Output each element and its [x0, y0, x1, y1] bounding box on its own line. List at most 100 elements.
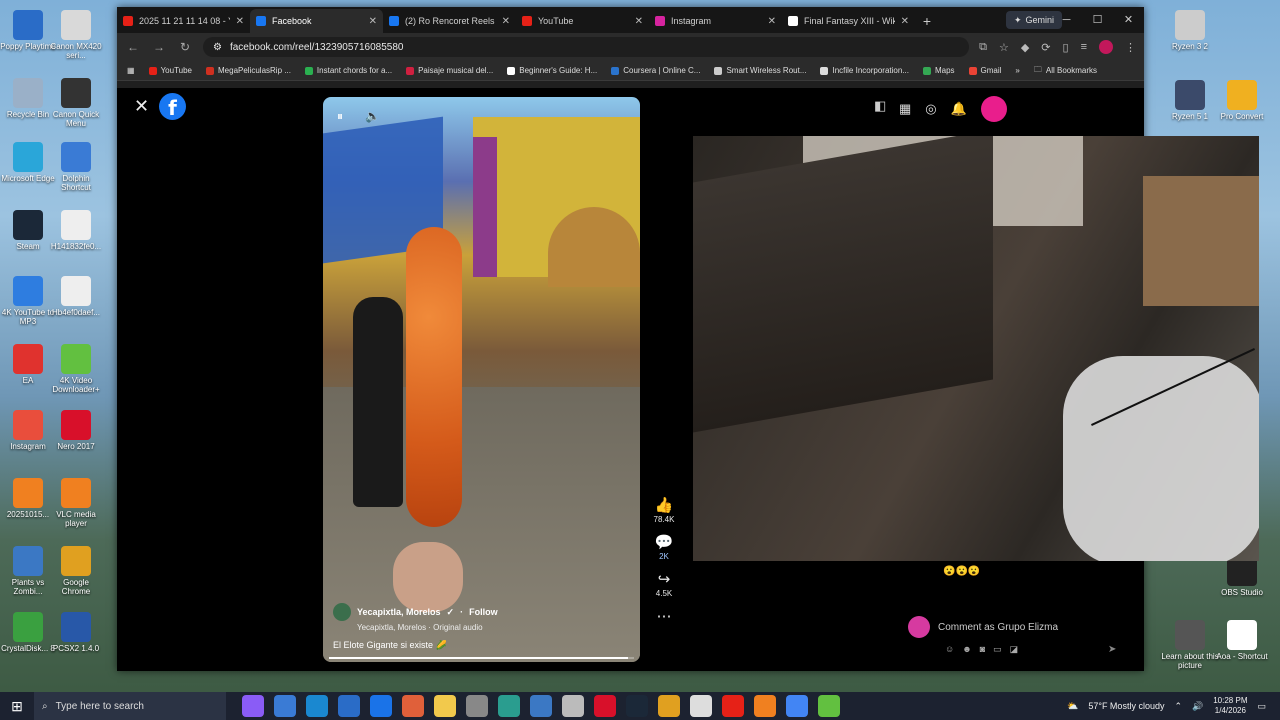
desktop-shortcut-icon[interactable]: Hb4ef0daef...: [48, 276, 104, 317]
desktop-shortcut-icon[interactable]: Learn about this picture: [1160, 620, 1220, 670]
camera-icon[interactable]: ◙: [980, 644, 985, 655]
tray-chevron-icon[interactable]: ⌃: [1174, 701, 1182, 712]
desktop-shortcut-icon[interactable]: VLC media player: [48, 478, 104, 528]
desktop-shortcut-icon[interactable]: Dolphin Shortcut: [48, 142, 104, 192]
gif-icon[interactable]: ▭: [993, 644, 1002, 655]
close-reel-icon[interactable]: ✕: [134, 96, 149, 117]
back-icon[interactable]: ←: [125, 40, 141, 54]
url-field[interactable]: ⚙ facebook.com/reel/1323905716085580: [203, 37, 970, 57]
maximize-button[interactable]: ☐: [1082, 7, 1113, 33]
sticker-icon[interactable]: ◪: [1010, 644, 1019, 655]
browser-tab[interactable]: (2) Ro Rencoret Reels | F ✕: [383, 9, 516, 33]
taskbar-app-icon[interactable]: [754, 695, 776, 717]
comment-input[interactable]: Comment as Grupo Elizma: [938, 622, 1058, 633]
author-name[interactable]: Yecapixtla, Morelos: [357, 607, 441, 617]
bookmarks-overflow-icon[interactable]: »: [1015, 66, 1019, 75]
taskbar-app-icon[interactable]: [562, 695, 584, 717]
taskbar-app-icon[interactable]: [626, 695, 648, 717]
emoji-icon[interactable]: ☻: [962, 644, 971, 655]
taskbar-app-icon[interactable]: [658, 695, 680, 717]
all-bookmarks[interactable]: 🗀 All Bookmarks: [1034, 64, 1097, 78]
menu-icon[interactable]: ⋮: [1125, 41, 1136, 54]
taskbar-app-icon[interactable]: [242, 695, 264, 717]
account-avatar[interactable]: [980, 96, 1007, 122]
tab-close-icon[interactable]: ✕: [236, 16, 244, 27]
tab-close-icon[interactable]: ✕: [502, 16, 510, 27]
tab-close-icon[interactable]: ✕: [768, 16, 776, 27]
taskbar-app-icon[interactable]: [338, 695, 360, 717]
bookmark-item[interactable]: Paisaje musical del...: [406, 66, 493, 75]
bookmark-item[interactable]: Gmail: [968, 66, 1001, 75]
share-button[interactable]: ↪ 4.5K: [656, 571, 672, 598]
author-avatar[interactable]: [333, 603, 351, 621]
desktop-shortcut-icon[interactable]: Canon MX420 seri...: [48, 10, 104, 60]
taskbar-app-icon[interactable]: [498, 695, 520, 717]
browser-tab[interactable]: Final Fantasy XIII - Wiki ✕: [782, 9, 915, 33]
taskbar-app-icon[interactable]: [690, 695, 712, 717]
tab-close-icon[interactable]: ✕: [901, 16, 909, 27]
desktop-shortcut-icon[interactable]: Pro Convert: [1212, 80, 1272, 121]
taskbar-app-icon[interactable]: [722, 695, 744, 717]
browser-tab[interactable]: Instagram ✕: [649, 9, 782, 33]
desktop-shortcut-icon[interactable]: H141832fe0...: [48, 210, 104, 251]
comment-button[interactable]: 💬 2K: [655, 534, 674, 561]
bookmark-item[interactable]: Maps: [922, 66, 955, 75]
site-info-icon[interactable]: ⚙: [213, 42, 222, 53]
browser-tab[interactable]: Facebook ✕: [250, 9, 383, 33]
new-tab-button[interactable]: +: [915, 9, 939, 33]
taskbar-app-icon[interactable]: [530, 695, 552, 717]
desktop-shortcut-icon[interactable]: OBS Studio: [1212, 556, 1272, 597]
bookmark-item[interactable]: Instant chords for a...: [304, 66, 392, 75]
sidepanel-icon[interactable]: ▯: [1063, 41, 1069, 54]
tab-close-icon[interactable]: ✕: [369, 16, 377, 27]
desktop-shortcut-icon[interactable]: PCSX2 1.4.0: [48, 612, 104, 653]
bookmark-item[interactable]: Coursera | Online C...: [611, 66, 700, 75]
taskbar-app-icon[interactable]: [818, 695, 840, 717]
taskbar-app-icon[interactable]: [466, 695, 488, 717]
messenger-icon[interactable]: ◎: [925, 101, 936, 117]
apps-grid-icon[interactable]: ▦: [127, 66, 135, 75]
facebook-logo-icon[interactable]: f: [159, 93, 186, 120]
send-icon[interactable]: ➤: [1108, 644, 1116, 655]
taskbar-app-icon[interactable]: [306, 695, 328, 717]
desktop-shortcut-icon[interactable]: Aoa - Shortcut: [1212, 620, 1272, 661]
weather-icon[interactable]: ⛅: [1067, 701, 1078, 712]
minimize-button[interactable]: ─: [1051, 7, 1082, 33]
browser-tab[interactable]: YouTube ✕: [516, 9, 649, 33]
avatar-sticker-icon[interactable]: ☺: [945, 644, 954, 655]
desktop-shortcut-icon[interactable]: Nero 2017: [48, 410, 104, 451]
taskbar-app-icon[interactable]: [434, 695, 456, 717]
volume-tray-icon[interactable]: 🔊: [1192, 701, 1203, 712]
desktop-shortcut-icon[interactable]: Ryzen 3 2: [1160, 10, 1220, 51]
follow-button[interactable]: Follow: [469, 607, 498, 617]
like-button[interactable]: 👍 78.4K: [654, 497, 675, 524]
taskbar-app-icon[interactable]: [594, 695, 616, 717]
bookmark-item[interactable]: YouTube: [148, 66, 192, 75]
forward-icon[interactable]: →: [151, 40, 167, 54]
desktop-shortcut-icon[interactable]: Google Chrome: [48, 546, 104, 596]
install-icon[interactable]: ⧉: [979, 41, 987, 54]
clock[interactable]: 10:28 PM 1/4/2026: [1213, 696, 1247, 716]
bookmark-item[interactable]: Beginner's Guide: H...: [507, 66, 597, 75]
collapse-panel-icon[interactable]: ◧: [874, 98, 886, 114]
reload-icon[interactable]: ↻: [177, 40, 193, 54]
taskbar-search[interactable]: ⌕ Type here to search: [34, 692, 226, 720]
desktop-shortcut-icon[interactable]: Canon Quick Menu: [48, 78, 104, 128]
more-button[interactable]: ⋯: [657, 608, 672, 626]
sync-icon[interactable]: ⟳: [1041, 41, 1050, 54]
browser-tab[interactable]: 2025 11 21 11 14 08 - Yo ✕: [117, 9, 250, 33]
reel-video[interactable]: ⏸ 🔈 Yecapixtla, Morelos ✓ · Follow Yecap…: [323, 97, 640, 662]
volume-icon[interactable]: 🔈: [365, 109, 380, 124]
notifications-icon[interactable]: 🔔: [951, 101, 967, 117]
taskbar-app-icon[interactable]: [370, 695, 392, 717]
video-progress-bar[interactable]: [329, 657, 634, 659]
desktop-shortcut-icon[interactable]: Ryzen 5 1: [1160, 80, 1220, 121]
bookmark-item[interactable]: Incfile Incorporation...: [820, 66, 909, 75]
media-icon[interactable]: ≡: [1081, 41, 1087, 53]
taskbar-app-icon[interactable]: [274, 695, 296, 717]
desktop-shortcut-icon[interactable]: 4K Video Downloader+: [48, 344, 104, 394]
menu-grid-icon[interactable]: ▦: [899, 101, 911, 117]
notification-center-icon[interactable]: ▭: [1257, 701, 1266, 712]
reel-audio[interactable]: Yecapixtla, Morelos · Original audio: [357, 623, 633, 632]
taskbar-app-icon[interactable]: [786, 695, 808, 717]
